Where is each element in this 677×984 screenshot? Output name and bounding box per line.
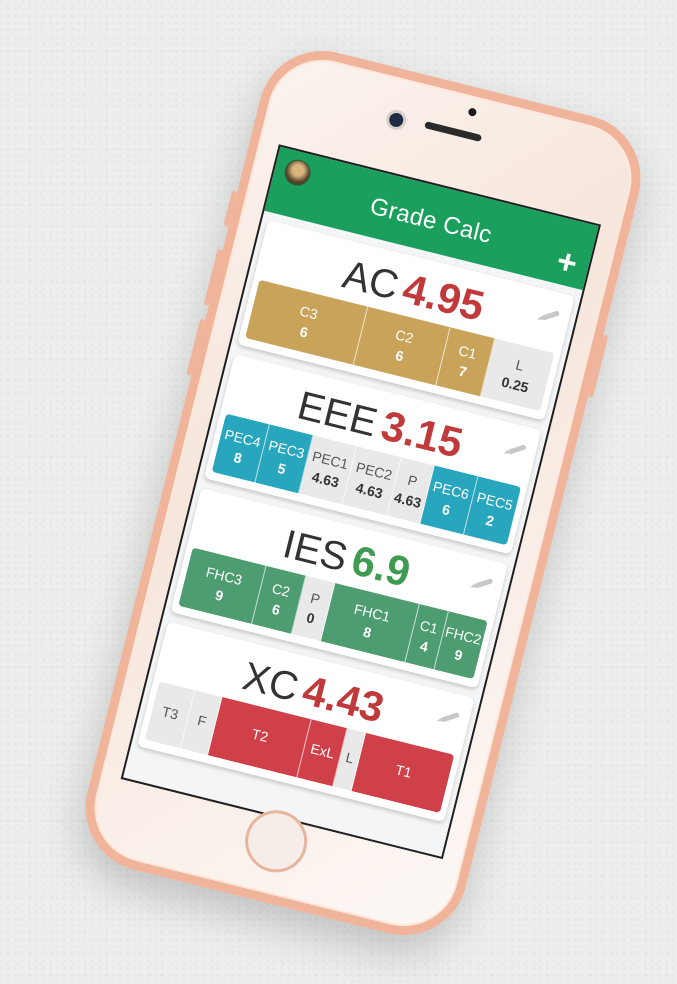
subject-score: 6.9 (347, 536, 416, 596)
segment-label: C2 (270, 580, 292, 600)
segment-value: 9 (213, 586, 226, 604)
segment-label: PEC6 (431, 478, 471, 503)
segment-label: ExL (308, 740, 337, 762)
segment-label: PEC4 (223, 426, 263, 451)
segment-label: T2 (250, 725, 270, 746)
segment-label: P (406, 471, 420, 490)
segment-value: 2 (484, 511, 496, 530)
segment-label: P (308, 589, 322, 608)
segment-label: PEC3 (266, 437, 307, 462)
front-camera-icon (384, 107, 409, 133)
segment-label: FHC3 (204, 563, 244, 589)
segment-label: L (344, 748, 356, 767)
phone-frame: Grade Calc + AC4.95 C3 6 C2 6 C1 7 L 0.25 EEE3.15… (71, 37, 655, 949)
phone-side-button (223, 190, 238, 227)
segment-value: 7 (457, 362, 469, 381)
segment-value: 4.63 (310, 468, 341, 491)
segment-value: 0.25 (499, 373, 531, 396)
app-screen: Grade Calc + AC4.95 C3 6 C2 6 C1 7 L 0.25 EEE3.15… (120, 144, 602, 860)
segment-value: 6 (440, 500, 452, 519)
speaker-grille (424, 121, 483, 142)
segment-value: 4 (418, 637, 430, 656)
segment-label: FHC1 (352, 600, 392, 625)
segment-label: T1 (393, 761, 414, 781)
subject-list: AC4.95 C3 6 C2 6 C1 7 L 0.25 EEE3.15 PEC4 8 PEC3 5 PEC… (127, 211, 583, 841)
segment-label: C1 (456, 342, 479, 363)
segment-value: 6 (270, 600, 282, 619)
segment-value: 0 (304, 609, 317, 627)
segment-value: 9 (452, 646, 465, 664)
segment-label: FHC2 (443, 623, 484, 648)
phone-power-button (588, 334, 609, 398)
segment-label: T3 (160, 703, 181, 723)
segment-label: C3 (298, 302, 320, 323)
segment-label: F (195, 712, 209, 730)
segment-value: 5 (275, 459, 288, 478)
segment-value: 6 (298, 323, 310, 341)
segment-label: PEC5 (475, 488, 515, 514)
phone-volume-down (186, 318, 206, 376)
segment-label: L (514, 356, 526, 374)
segment-label: C2 (393, 326, 416, 347)
subject-name: AC (338, 252, 404, 309)
segment-value: 6 (393, 347, 406, 365)
phone-volume-up (203, 248, 223, 307)
segment-value: 4.63 (354, 479, 385, 502)
sensor-icon (467, 107, 478, 117)
segment-label: C1 (418, 617, 440, 637)
segment-value: 8 (361, 623, 374, 641)
subject-name: XC (238, 654, 303, 711)
segment-value: 4.63 (392, 488, 423, 512)
segment-value: 8 (232, 448, 244, 467)
